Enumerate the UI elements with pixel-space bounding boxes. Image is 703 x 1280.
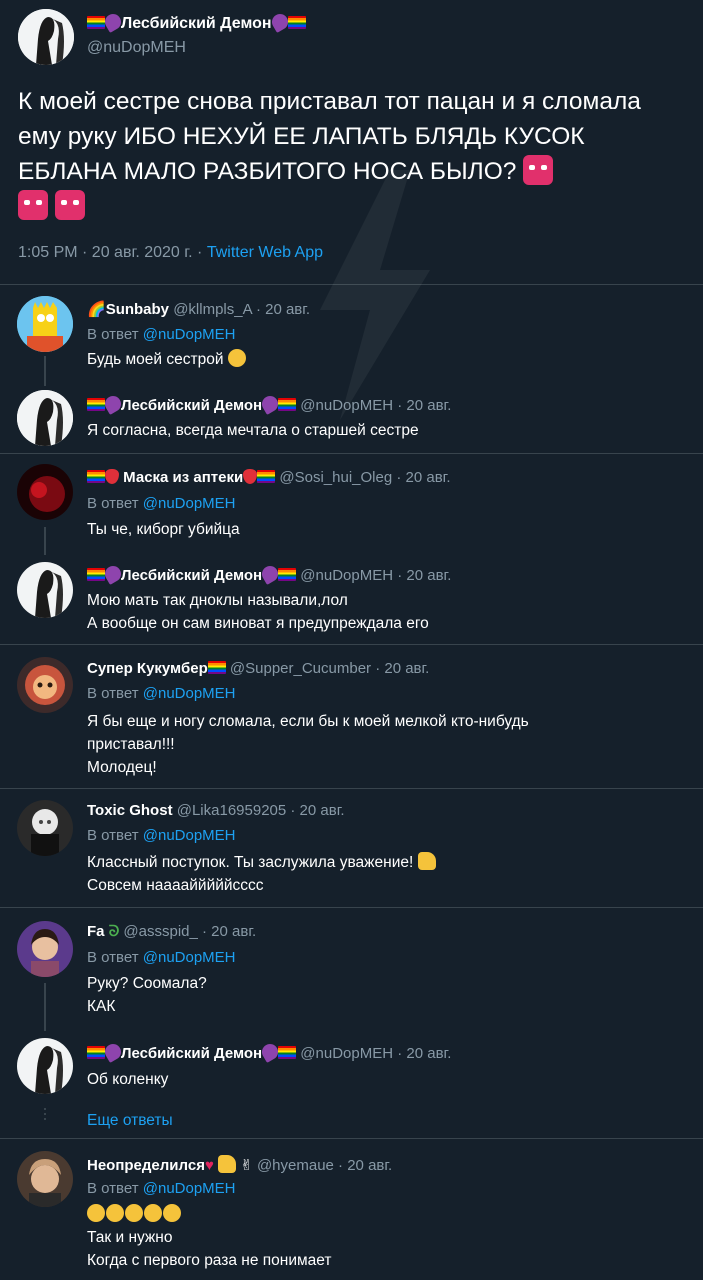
reply-header: Fa ᘐ @assspid_ · 20 авг. [87,923,257,940]
thread-line [44,983,46,1031]
reply-text: Я согласна, всегда мечтала о старшей сес… [87,422,419,439]
clapping-hands-icons [87,1203,687,1226]
avatar[interactable] [17,1151,73,1207]
mention-link[interactable]: @nuDopMEH [143,827,236,844]
avatar[interactable] [17,657,73,713]
reply-item[interactable]: 🌈Sunbaby @kllmpls_A · 20 авг. В ответ @n… [0,286,703,386]
reply-item[interactable]: Супер Кукумбер @Supper_Cucumber · 20 авг… [0,646,703,789]
reply-item[interactable]: Fa ᘐ @assspid_ · 20 авг. В ответ @nuDopM… [0,909,703,1031]
snake-icon: ᘐ [108,923,120,940]
avatar[interactable] [17,296,73,352]
reply-header: Лесбийский Демон @nuDopMEH · 20 авг. [87,393,451,415]
reply-to: В ответ @nuDopMEH [87,685,236,702]
reply-item[interactable]: Неопределился♥ ✌ @hyemaue · 20 авг. В от… [0,1140,703,1280]
reply-text: Об коленку [87,1071,169,1088]
rolling-eyes-emoji-icon [227,349,246,367]
reply-to: В ответ @nuDopMEH [87,1180,236,1197]
reply-text: Ты че, киборг убийца [87,521,240,538]
reply-item[interactable]: Маска из аптеки @Sosi_hui_Oleg · 20 авг.… [0,455,703,555]
reply-header: Toxic Ghost @Lika16959205 · 20 авг. [87,802,345,819]
rainbow-flag-icon [87,16,105,29]
reply-header: Неопределился♥ ✌ @hyemaue · 20 авг. [87,1155,393,1174]
reply-to: В ответ @nuDopMEH [87,495,236,512]
reply-header: Маска из аптеки @Sosi_hui_Oleg · 20 авг. [87,469,450,486]
reply-text: Классный поступок. Ты заслужила уважение… [87,851,687,897]
reply-to: В ответ @nuDopMEH [87,949,236,966]
main-tweet-meta: 1:05 PM · 20 авг. 2020 г. · Twitter Web … [18,244,324,261]
reply-item[interactable]: Лесбийский Демон @nuDopMEH · 20 авг. Об … [0,1032,703,1102]
reply-to: В ответ @nuDopMEH [87,827,236,844]
reply-header: Лесбийский Демон @nuDopMEH · 20 авг. [87,1041,451,1063]
goblin-face-icon [18,190,48,220]
victory-hand-icon: ✌ [240,1157,253,1174]
avatar[interactable] [17,800,73,856]
reply-to: В ответ @nuDopMEH [87,326,236,343]
thumbs-up-icon [417,852,436,870]
mention-link[interactable]: @nuDopMEH [143,495,236,512]
reply-item[interactable]: Лесбийский Демон @nuDopMEH · 20 авг. Мою… [0,553,703,645]
main-author-handle[interactable]: @nuDopMEH [87,39,186,57]
avatar[interactable] [17,562,73,618]
reply-header: Супер Кукумбер @Supper_Cucumber · 20 авг… [87,660,430,677]
reply-item[interactable]: Toxic Ghost @Lika16959205 · 20 авг. В от… [0,790,703,908]
main-tweet[interactable]: Лесбийский Демон @nuDopMEH К моей сестре… [0,0,703,420]
mention-link[interactable]: @nuDopMEH [143,326,236,343]
reply-header: 🌈Sunbaby @kllmpls_A · 20 авг. [87,300,311,318]
heart-icon: ♥ [204,1157,214,1174]
main-author-name-text: Лесбийский Демон [121,15,272,32]
thread-dots-icon [43,1108,47,1123]
avatar[interactable] [17,390,73,446]
avatar[interactable] [17,921,73,977]
tweet-source-link[interactable]: Twitter Web App [207,244,323,261]
mention-link[interactable]: @nuDopMEH [143,685,236,702]
main-avatar[interactable] [18,9,74,65]
main-author-name[interactable]: Лесбийский Демон [87,11,306,33]
more-replies-row[interactable]: Еще ответы [0,1102,703,1139]
fist-icon [218,1155,237,1173]
mention-link[interactable]: @nuDopMEH [143,1180,236,1197]
reply-text: Руку? Соомала? КАК [87,975,207,1015]
reply-text: Мою мать так дноклы называли,лол А вообще… [87,592,429,632]
goblin-face-icon [523,155,554,185]
more-replies-link[interactable]: Еще ответы [87,1112,173,1130]
goblin-face-icon [54,190,85,220]
rainbow-flag-icon [287,16,306,29]
reply-text: Так и нужно Когда с первого раза не пони… [87,1203,687,1272]
mention-link[interactable]: @nuDopMEH [143,949,236,966]
reply-item[interactable]: Лесбийский Демон @nuDopMEH · 20 авг. Я с… [0,381,703,454]
thread-line [44,527,46,555]
reply-text: Я бы еще и ногу сломала, если бы к моей … [87,713,529,776]
avatar[interactable] [17,1038,73,1094]
reply-text: Будь моей сестрой [87,348,687,371]
avatar[interactable] [17,464,73,520]
reply-header: Лесбийский Демон @nuDopMEH · 20 авг. [87,563,451,585]
